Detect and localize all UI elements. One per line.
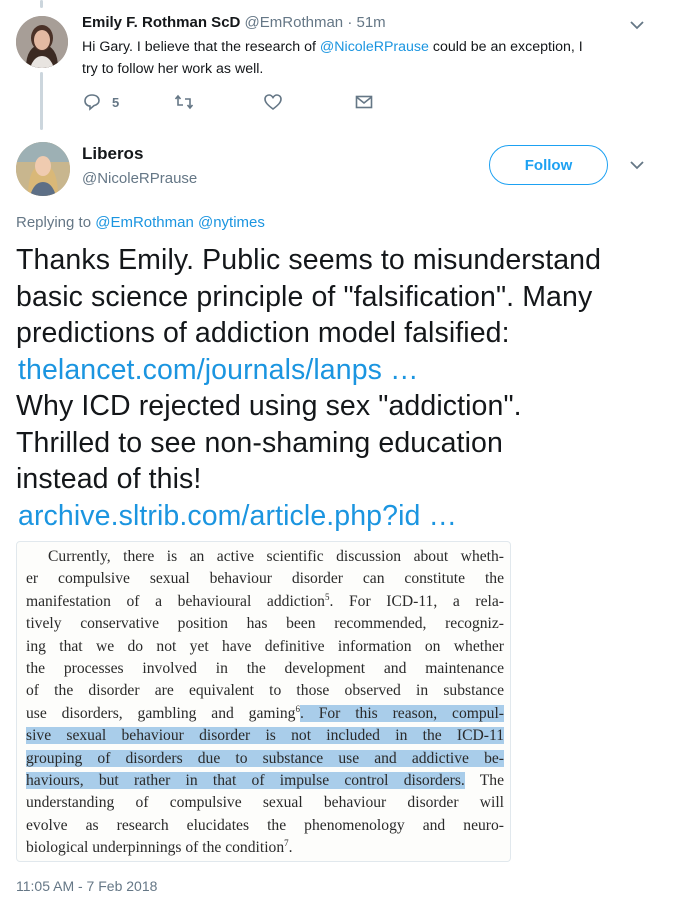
tweet-line: predictions of addiction model falsified… bbox=[16, 317, 510, 349]
mention-link[interactable]: @NicoleRPrause bbox=[320, 39, 429, 55]
thread-line bbox=[40, 72, 43, 130]
tweet-line: Why ICD rejected using sex "addiction". bbox=[16, 390, 522, 422]
reply-text-part: Hi Gary. I believe that the research of bbox=[82, 39, 320, 55]
highlighted-text: grouping of disorders due to substance u… bbox=[26, 749, 504, 767]
thread-line bbox=[40, 0, 43, 8]
avatar[interactable] bbox=[16, 142, 70, 196]
reply-count: 5 bbox=[112, 94, 120, 110]
excerpt-text: The bbox=[464, 772, 504, 790]
like-button[interactable] bbox=[263, 92, 283, 112]
tweet-line: Thanks Emily. Public seems to misunderst… bbox=[16, 244, 602, 276]
heart-icon bbox=[264, 94, 282, 111]
book-excerpt: Currently, there is an active scientific… bbox=[26, 546, 505, 860]
excerpt-line: grouping of disorders due to substance u… bbox=[26, 748, 504, 770]
envelope-icon bbox=[355, 95, 373, 109]
chevron-down-icon[interactable] bbox=[628, 16, 646, 34]
tweet-timestamp[interactable]: 11:05 AM - 7 Feb 2018 bbox=[16, 878, 157, 894]
separator: · bbox=[347, 14, 353, 31]
tweet-line: basic science principle of "falsificatio… bbox=[16, 280, 593, 313]
excerpt-text: biological underpinnings of the conditio… bbox=[26, 839, 285, 857]
excerpt-line: haviours, but rather in that of impulse … bbox=[26, 770, 504, 792]
tweet-text: Thanks Emily. Public seems to misunderst… bbox=[16, 242, 666, 534]
excerpt-line: ing that we do not yet have definitive i… bbox=[26, 637, 504, 655]
excerpt-text: . For ICD-11, a rela- bbox=[329, 592, 504, 610]
excerpt-line: of the disorder are equivalent to those … bbox=[26, 682, 504, 700]
author-handle[interactable]: @NicoleRPrause bbox=[82, 170, 197, 187]
author-name[interactable]: Liberos bbox=[82, 144, 143, 164]
follow-button[interactable]: Follow bbox=[489, 145, 608, 185]
excerpt-line: tively conservative position has been re… bbox=[26, 615, 504, 633]
reply-icon bbox=[84, 94, 100, 111]
reply-text-part: try to follow her work as well. bbox=[82, 61, 264, 77]
mention-link[interactable]: @EmRothman bbox=[95, 214, 194, 231]
reply-text-part: could be an exception, I bbox=[428, 39, 583, 55]
reply-header: Emily F. Rothman ScD @EmRothman · 51m bbox=[82, 14, 386, 31]
avatar[interactable] bbox=[16, 16, 68, 68]
excerpt-line: manifestation of a behavioural addiction… bbox=[26, 591, 504, 613]
author-handle[interactable]: @EmRothman bbox=[245, 14, 344, 31]
excerpt-text: . bbox=[288, 839, 293, 857]
excerpt-text: manifestation of a behavioural addiction bbox=[26, 592, 325, 610]
mention-link[interactable]: @nytimes bbox=[198, 214, 265, 231]
excerpt-line: biological underpinnings of the conditio… bbox=[26, 837, 504, 859]
highlighted-text: haviours, but rather in that of impulse … bbox=[26, 772, 465, 790]
tweet-line: Thrilled to see non-shaming education bbox=[16, 426, 503, 459]
highlighted-text: . For this reason, compul- bbox=[299, 704, 505, 722]
tweet-time[interactable]: 51m bbox=[356, 14, 385, 31]
link-sltrib[interactable]: archive.sltrib.com/article.php?id … bbox=[16, 498, 666, 535]
reply-button[interactable]: 5 bbox=[82, 92, 119, 112]
excerpt-line: Currently, there is an active scientific… bbox=[48, 548, 504, 565]
replying-to: Replying to @EmRothman @nytimes bbox=[16, 214, 265, 231]
retweet-button[interactable] bbox=[174, 92, 194, 112]
link-lancet[interactable]: thelancet.com/journals/lanps … bbox=[16, 352, 666, 389]
excerpt-line: sive sexual behaviour disorder is not in… bbox=[26, 725, 504, 747]
excerpt-line: er compulsive sexual behaviour disorder … bbox=[26, 570, 504, 588]
highlighted-text: sive sexual behaviour disorder is not in… bbox=[26, 727, 504, 745]
excerpt-line: the processes involved in the developmen… bbox=[26, 660, 504, 678]
reply-text: Hi Gary. I believe that the research of … bbox=[82, 36, 652, 80]
retweet-icon bbox=[174, 94, 194, 110]
replying-prefix: Replying to bbox=[16, 214, 96, 231]
excerpt-line: understanding of compulsive sexual behav… bbox=[26, 794, 504, 812]
tweet-line: instead of this! bbox=[16, 463, 202, 495]
excerpt-text: use disorders, gambling and gaming bbox=[26, 704, 296, 722]
author-name[interactable]: Emily F. Rothman ScD bbox=[82, 14, 240, 31]
reply-tweet: Emily F. Rothman ScD @EmRothman · 51m Hi… bbox=[0, 0, 676, 130]
excerpt-line: evolve as research elucidates the phenom… bbox=[26, 816, 504, 834]
dm-button[interactable] bbox=[354, 92, 374, 112]
attached-image[interactable]: Currently, there is an active scientific… bbox=[16, 541, 511, 862]
chevron-down-icon[interactable] bbox=[628, 156, 646, 174]
excerpt-line: use disorders, gambling and gaming6. For… bbox=[26, 703, 505, 725]
